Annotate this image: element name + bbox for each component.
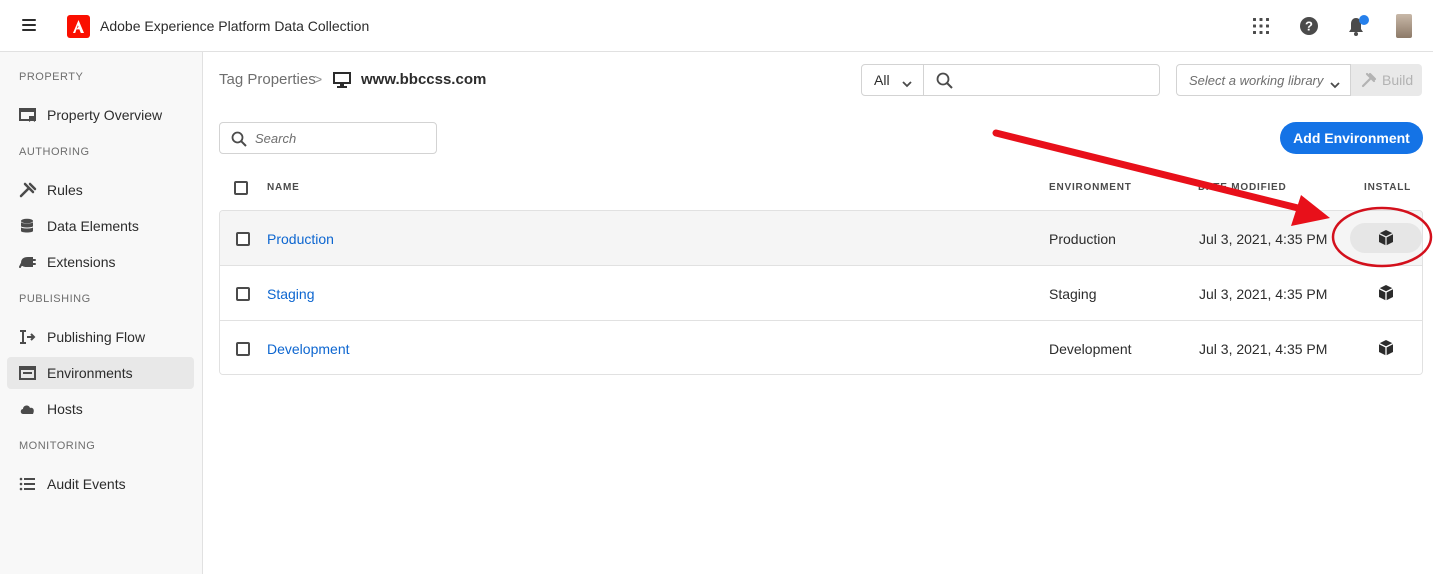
environment-search [219,122,437,154]
sidebar-section-property: PROPERTY [19,71,84,83]
sidebar-item-label: Extensions [47,254,116,270]
row-checkbox[interactable] [236,232,250,246]
sidebar-item-label: Hosts [47,401,83,417]
sidebar-item-environments[interactable]: Environments [7,357,194,389]
column-header-name[interactable]: NAME [267,182,300,193]
table-row[interactable]: Development Development Jul 3, 2021, 4:3… [220,321,1422,374]
working-library-placeholder: Select a working library [1189,73,1324,88]
sidebar-item-property-overview[interactable]: Property Overview [7,99,194,131]
global-search-input[interactable] [962,65,1158,95]
sidebar-item-extensions[interactable]: Extensions [7,246,194,278]
breadcrumb-tag-properties[interactable]: Tag Properties [219,71,316,88]
column-header-install: INSTALL [1364,182,1412,193]
app-title: Adobe Experience Platform Data Collectio… [100,18,370,34]
global-search-group: All [861,64,1160,96]
environment-type: Staging [1049,286,1097,302]
search-icon [936,72,953,89]
top-bar: Adobe Experience Platform Data Collectio… [0,0,1433,52]
web-property-monitor-icon [333,72,351,88]
row-checkbox[interactable] [236,342,250,356]
data-elements-icon [19,218,37,234]
environment-name-link[interactable]: Staging [267,286,314,302]
sidebar-section-publishing: PUBLISHING [19,293,91,305]
rules-icon [19,182,37,198]
sidebar-section-monitoring: MONITORING [19,440,96,452]
search-icon [231,131,247,147]
menu-icon[interactable] [22,19,36,33]
date-modified: Jul 3, 2021, 4:35 PM [1199,231,1328,247]
column-header-date-modified[interactable]: DATE MODIFIED [1198,182,1287,193]
sidebar-item-label: Rules [47,182,83,198]
apps-grid-icon[interactable] [1250,15,1272,37]
adobe-logo[interactable] [67,15,90,38]
hosts-cloud-icon [19,401,37,417]
column-header-environment[interactable]: ENVIRONMENT [1049,182,1132,193]
build-button[interactable]: Build [1351,64,1422,96]
sidebar: PROPERTY Property Overview AUTHORING Rul… [0,52,203,574]
sidebar-item-rules[interactable]: Rules [7,174,194,206]
date-modified: Jul 3, 2021, 4:35 PM [1199,286,1328,302]
date-modified: Jul 3, 2021, 4:35 PM [1199,341,1328,357]
scope-filter-value: All [874,72,890,88]
scope-filter-dropdown[interactable]: All [862,65,924,95]
sidebar-item-label: Audit Events [47,476,126,492]
breadcrumb-current-property: www.bbccss.com [361,71,487,88]
sidebar-section-authoring: AUTHORING [19,146,90,158]
table-row[interactable]: Production Production Jul 3, 2021, 4:35 … [220,211,1422,266]
install-button[interactable] [1350,333,1422,363]
sidebar-item-label: Environments [47,365,133,381]
table-row[interactable]: Staging Staging Jul 3, 2021, 4:35 PM [220,266,1422,321]
annotation-arrow-shaft [992,129,1306,213]
sidebar-item-label: Publishing Flow [47,329,146,345]
add-environment-button[interactable]: Add Environment [1280,122,1423,154]
breadcrumb-separator: > [314,71,323,87]
environment-name-link[interactable]: Development [267,341,350,357]
install-package-icon [1378,230,1394,246]
install-button[interactable] [1350,278,1422,308]
working-library-dropdown[interactable]: Select a working library [1176,64,1351,96]
sidebar-item-data-elements[interactable]: Data Elements [7,210,194,242]
notifications-bell-icon[interactable] [1346,15,1369,37]
row-checkbox[interactable] [236,287,250,301]
build-button-label: Build [1382,72,1414,88]
environment-name-link[interactable]: Production [267,231,334,247]
sidebar-item-hosts[interactable]: Hosts [7,393,194,425]
environments-table: Production Production Jul 3, 2021, 4:35 … [219,210,1423,375]
sidebar-item-publishing-flow[interactable]: Publishing Flow [7,321,194,353]
user-avatar[interactable] [1396,14,1412,38]
install-package-icon [1378,285,1394,301]
publishing-flow-icon [19,329,37,345]
sidebar-item-audit-events[interactable]: Audit Events [7,468,194,500]
help-icon[interactable]: ? [1298,15,1320,37]
sidebar-item-label: Data Elements [47,218,139,234]
environment-type: Production [1049,231,1116,247]
chevron-down-icon [902,75,912,88]
svg-text:?: ? [1305,19,1313,34]
audit-events-icon [19,476,37,492]
extensions-icon [19,254,37,270]
sidebar-item-label: Property Overview [47,107,163,123]
select-all-checkbox[interactable] [234,181,248,195]
install-button[interactable] [1350,223,1422,253]
install-package-icon [1378,340,1394,356]
environment-type: Development [1049,341,1132,357]
hammer-icon [1361,72,1377,88]
environment-search-input[interactable] [255,123,433,153]
chevron-down-icon [1330,76,1340,89]
property-overview-icon [19,107,37,123]
environments-icon [19,365,37,381]
